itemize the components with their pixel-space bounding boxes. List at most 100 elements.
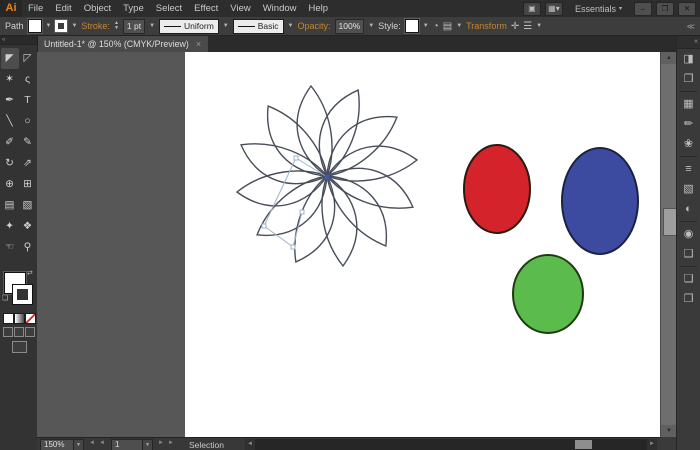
panel-color-guide-icon[interactable]: ❐ xyxy=(677,69,700,89)
dock-expand-icon[interactable]: « xyxy=(677,36,700,49)
gradient-mode-button[interactable] xyxy=(14,313,25,324)
opacity-caret-icon[interactable]: ▼ xyxy=(368,23,374,29)
stroke-color-swatch[interactable] xyxy=(55,20,67,32)
menu-window[interactable]: Window xyxy=(257,3,303,14)
restore-button[interactable]: ❐ xyxy=(656,2,674,16)
lasso-tool[interactable]: ς xyxy=(19,69,37,90)
previous-artboard-icon[interactable]: ◄ xyxy=(99,440,105,446)
document-setup-icon[interactable]: ◔ xyxy=(433,20,439,33)
scroll-up-icon[interactable]: ▲ xyxy=(661,52,677,64)
panel-color-icon[interactable]: ◨ xyxy=(677,49,700,69)
align-icon[interactable]: ✛ xyxy=(511,20,519,33)
panel-transparency-icon[interactable]: ◐ xyxy=(677,199,700,219)
arrange-documents-button[interactable]: ▦▾ xyxy=(545,2,563,16)
artboard-number-field[interactable]: 1 xyxy=(111,439,143,450)
brush-caret-icon[interactable]: ▼ xyxy=(288,23,294,29)
magic-wand-tool[interactable]: ✶ xyxy=(1,69,19,90)
zoom-level-field[interactable]: 150% xyxy=(40,439,74,450)
menu-select[interactable]: Select xyxy=(150,3,188,14)
stroke-indicator[interactable] xyxy=(13,285,32,304)
fill-color-swatch[interactable] xyxy=(28,19,42,33)
stroke-weight-field[interactable]: 1 pt xyxy=(123,19,145,34)
panel-graphic-styles-icon[interactable]: ❑ xyxy=(677,244,700,264)
minimize-button[interactable]: – xyxy=(634,2,652,16)
close-button[interactable]: ✕ xyxy=(678,2,696,16)
scale-tool[interactable]: ⇗ xyxy=(19,153,37,174)
anchor-point[interactable] xyxy=(294,156,298,160)
width-profile-dropdown[interactable]: Uniform xyxy=(159,19,219,34)
anchor-point[interactable] xyxy=(300,210,304,214)
gradient-tool[interactable]: ▧ xyxy=(19,195,37,216)
canvas[interactable] xyxy=(37,52,660,437)
red-ellipse[interactable] xyxy=(464,145,530,233)
selection-tool[interactable]: ◤ xyxy=(1,48,19,69)
preferences-icon[interactable]: ▤ xyxy=(443,20,452,33)
panel-appearance-icon[interactable]: ◉ xyxy=(677,224,700,244)
anchor-point[interactable] xyxy=(291,245,295,249)
panel-swatches-icon[interactable]: ▦ xyxy=(677,94,700,114)
horizontal-scrollbar[interactable]: ◄ ► xyxy=(245,439,657,450)
tools-panel-collapse-icon[interactable]: « xyxy=(0,36,37,45)
menu-object[interactable]: Object xyxy=(78,3,117,14)
first-artboard-icon[interactable]: ◄ xyxy=(89,440,95,446)
next-artboard-icon[interactable]: ► xyxy=(158,440,164,446)
style-caret-icon[interactable]: ▼ xyxy=(423,23,429,29)
stroke-caret-icon[interactable]: ▼ xyxy=(71,23,77,29)
draw-inside-mode-button[interactable] xyxy=(25,327,35,337)
stroke-panel-link[interactable]: Stroke: xyxy=(81,21,110,31)
ellipse-tool[interactable]: ○ xyxy=(19,111,37,132)
opacity-field[interactable]: 100% xyxy=(335,19,365,34)
pen-tool[interactable]: ✒ xyxy=(1,90,19,111)
fill-caret-icon[interactable]: ▼ xyxy=(46,23,52,29)
blue-ellipse[interactable] xyxy=(562,148,638,254)
last-artboard-icon[interactable]: ► xyxy=(168,440,174,446)
options-caret-icon[interactable]: ▼ xyxy=(536,23,542,29)
control-options-icon[interactable]: ☰ xyxy=(523,20,532,33)
zoom-tool[interactable]: ⚲ xyxy=(19,237,37,258)
panel-artboards-icon[interactable]: ❒ xyxy=(677,289,700,309)
opacity-panel-link[interactable]: Opacity: xyxy=(298,21,331,31)
menu-help[interactable]: Help xyxy=(303,3,335,14)
scroll-right-icon[interactable]: ► xyxy=(647,439,657,450)
color-mode-button[interactable] xyxy=(3,313,14,324)
collapse-control-bar-icon[interactable]: ≪ xyxy=(687,22,695,31)
hand-tool[interactable]: ☜ xyxy=(1,237,19,258)
tab-close-icon[interactable]: × xyxy=(196,39,201,49)
mesh-tool[interactable]: ▤ xyxy=(1,195,19,216)
default-fill-stroke-icon[interactable]: ❏ xyxy=(2,294,8,302)
graphic-style-swatch[interactable] xyxy=(405,19,419,33)
scroll-left-icon[interactable]: ◄ xyxy=(245,439,255,450)
menu-edit[interactable]: Edit xyxy=(49,3,77,14)
document-tab[interactable]: Untitled-1* @ 150% (CMYK/Preview) × xyxy=(37,36,208,52)
none-mode-button[interactable] xyxy=(25,313,36,324)
menu-type[interactable]: Type xyxy=(117,3,150,14)
brush-definition-dropdown[interactable]: Basic xyxy=(233,19,284,34)
shape-builder-tool[interactable]: ⊕ xyxy=(1,174,19,195)
draw-behind-mode-button[interactable] xyxy=(14,327,24,337)
horizontal-scrollbar-thumb[interactable] xyxy=(575,440,592,449)
green-ellipse[interactable] xyxy=(513,255,583,333)
panel-brushes-icon[interactable]: ✏ xyxy=(677,114,700,134)
type-tool[interactable]: T xyxy=(19,90,37,111)
artboard-caret-icon[interactable]: ▼ xyxy=(142,439,153,450)
line-segment-tool[interactable]: ╲ xyxy=(1,111,19,132)
swap-fill-stroke-icon[interactable]: ⇄ xyxy=(27,269,33,277)
panel-gradient-icon[interactable]: ▧ xyxy=(677,179,700,199)
panel-symbols-icon[interactable]: ❀ xyxy=(677,134,700,154)
blend-tool[interactable]: ❖ xyxy=(19,216,37,237)
zoom-caret-icon[interactable]: ▼ xyxy=(73,439,84,450)
draw-normal-mode-button[interactable] xyxy=(3,327,13,337)
panel-stroke-icon[interactable]: ≡ xyxy=(677,159,700,179)
menu-effect[interactable]: Effect xyxy=(188,3,224,14)
selected-anchor-point[interactable] xyxy=(325,175,330,180)
rotate-tool[interactable]: ↻ xyxy=(1,153,19,174)
menu-file[interactable]: File xyxy=(22,3,49,14)
workspace-switcher[interactable]: Essentials ▾ xyxy=(575,4,622,14)
profile-caret-icon[interactable]: ▼ xyxy=(223,23,229,29)
scroll-down-icon[interactable]: ▼ xyxy=(661,425,677,437)
step-down-icon[interactable]: ▼ xyxy=(114,26,119,31)
stroke-weight-caret-icon[interactable]: ▼ xyxy=(149,23,155,29)
menu-view[interactable]: View xyxy=(224,3,256,14)
direct-selection-tool[interactable]: ◸ xyxy=(19,48,37,69)
stroke-weight-stepper[interactable]: ▲ ▼ xyxy=(114,21,119,31)
